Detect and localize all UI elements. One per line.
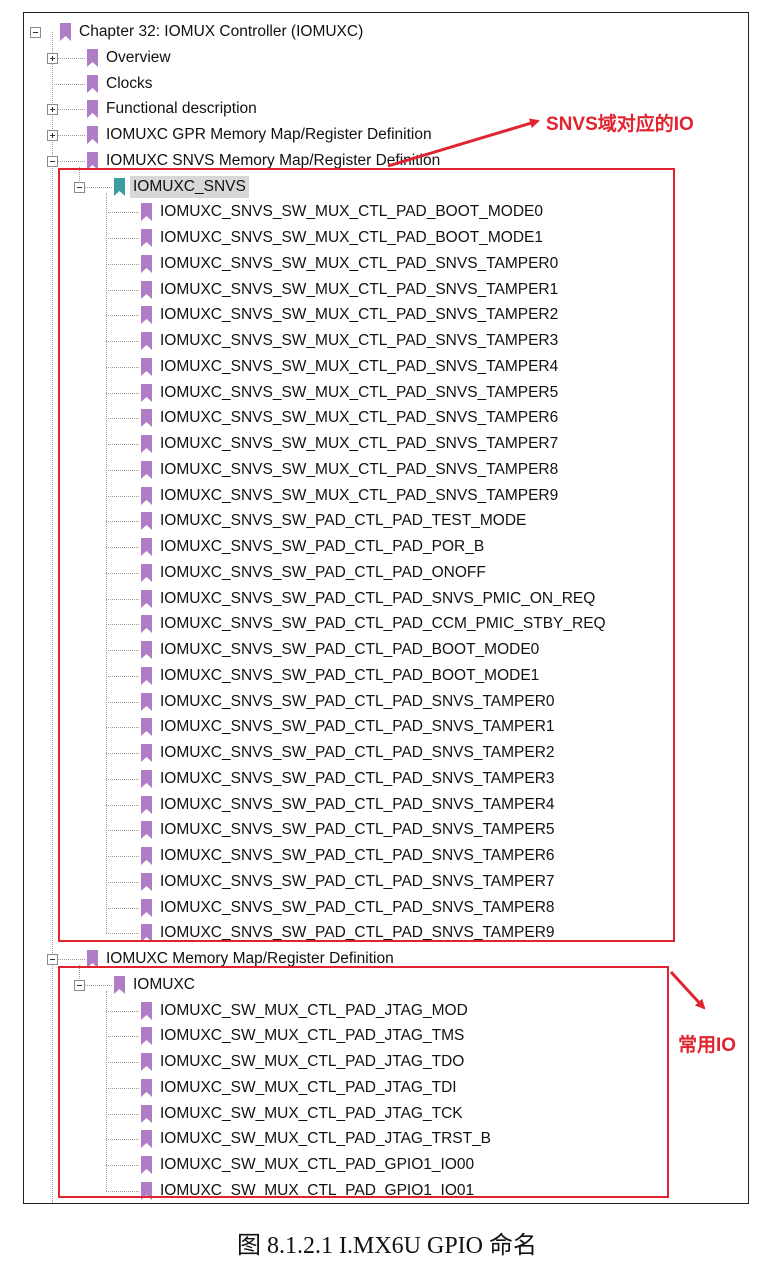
figure-caption: 图 8.1.2.1 I.MX6U GPIO 命名 <box>237 1233 537 1259</box>
common-io-annotation-label: 常用IO <box>678 1035 737 1056</box>
snvs-annotation-label: SNVS域对应的IO <box>546 114 694 135</box>
annotation-arrows <box>387 118 706 1010</box>
snvs-arrow <box>387 118 540 168</box>
common-io-arrow <box>669 970 706 1010</box>
